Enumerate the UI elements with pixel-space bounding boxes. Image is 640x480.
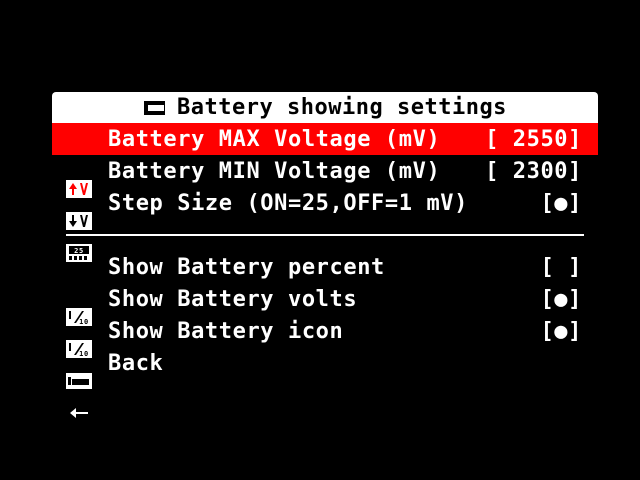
fraction-icon: 10	[66, 258, 92, 326]
menu-item-step-size[interactable]: 25 Step Size (ON=25,OFF=1 mV) [●]	[52, 187, 598, 262]
menu-item-toggle: [●]	[540, 190, 582, 216]
menu-item-label: Show Battery icon	[108, 318, 344, 344]
menu-item-show-icon[interactable]: Show Battery icon [●]	[52, 315, 598, 389]
menu-item-min-voltage[interactable]: Battery MIN Voltage (mV) [ 2300]	[52, 155, 598, 230]
fraction-icon: 10	[66, 290, 92, 358]
page-title: Battery showing settings	[177, 95, 507, 120]
menu-item-max-voltage[interactable]: Battery MAX Voltage (mV) [ 2550]	[52, 123, 598, 198]
menu-item-toggle: [●]	[540, 318, 582, 344]
voltage-down-icon	[66, 162, 92, 230]
battery-icon	[143, 100, 167, 116]
voltage-up-icon	[66, 130, 92, 198]
menu-item-show-percent[interactable]: 10 Show Battery percent [ ]	[52, 251, 598, 326]
menu-item-value: [ 2550]	[485, 126, 582, 152]
step-size-icon: 25	[66, 194, 92, 262]
menu-item-back[interactable]: Back	[52, 347, 598, 418]
menu-item-toggle: [●]	[540, 286, 582, 312]
menu-title-bar: Battery showing settings	[52, 92, 598, 123]
menu-item-label: Back	[108, 350, 164, 376]
back-arrow-icon	[66, 354, 92, 418]
menu-item-show-volts[interactable]: 10 Show Battery volts [●]	[52, 283, 598, 358]
menu-item-label: Step Size (ON=25,OFF=1 mV)	[108, 190, 468, 216]
menu-item-label: Show Battery volts	[108, 286, 358, 312]
battery-icon	[66, 322, 92, 389]
settings-menu: Battery showing settings Battery MAX Vol…	[52, 92, 598, 418]
menu-item-value: [ 2300]	[485, 158, 582, 184]
menu-item-label: Show Battery percent	[108, 254, 385, 280]
menu-item-toggle: [ ]	[540, 254, 582, 280]
